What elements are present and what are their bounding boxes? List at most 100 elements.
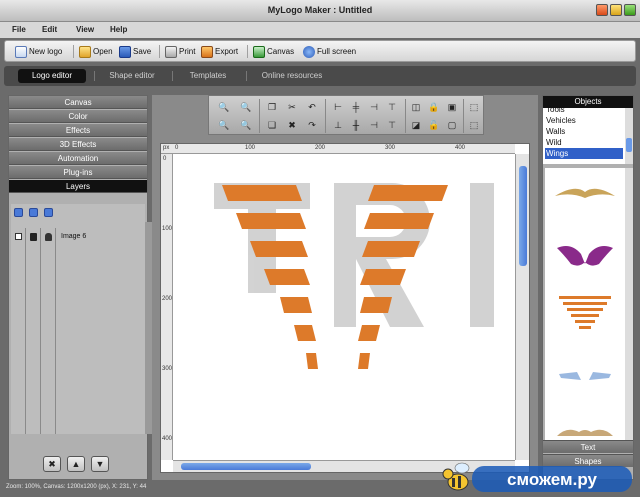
export-button[interactable]: Export: [201, 44, 238, 59]
zoom-out-icon[interactable]: 🔍: [217, 118, 231, 132]
floppy-icon: [119, 45, 131, 58]
new-logo-button[interactable]: New logo: [15, 44, 62, 59]
category-scrollbar[interactable]: [625, 108, 633, 164]
maximize-button[interactable]: [610, 4, 622, 16]
redo-icon[interactable]: ↷: [305, 118, 319, 132]
window-title: MyLogo Maker : Untitled: [267, 5, 373, 15]
align-center-icon[interactable]: ╪: [349, 100, 363, 114]
menu-file[interactable]: File: [12, 25, 26, 34]
protect-all-icon[interactable]: [44, 208, 53, 217]
visibility-all-icon[interactable]: [14, 208, 23, 217]
bee-icon: [442, 462, 470, 491]
wing-thumb-orange[interactable]: [559, 296, 611, 329]
lock-object-icon[interactable]: 🔒: [427, 100, 441, 114]
logo-canvas[interactable]: px 0 100 200 300 400 0 100 200 300 400: [160, 143, 530, 473]
watermark-text: сможем.ру: [507, 470, 597, 489]
distribute-horizontal-icon[interactable]: ⊣: [367, 118, 381, 132]
minimize-button[interactable]: [596, 4, 608, 16]
tab-shape-editor[interactable]: Shape editor: [98, 69, 166, 83]
flip-vertical-icon[interactable]: ⬚: [467, 118, 481, 132]
menu-bar: File Edit View Help: [0, 22, 640, 38]
open-button[interactable]: Open: [79, 44, 113, 59]
objects-category-list: Tools Vehicles Walls Wild Wings: [543, 105, 625, 164]
bring-forward-icon[interactable]: ◫: [409, 100, 423, 114]
padlock-icon[interactable]: [45, 233, 52, 241]
panel-automation[interactable]: Automation: [9, 152, 147, 165]
align-left-icon[interactable]: ⊢: [331, 100, 345, 114]
layers-list: Image 6: [11, 204, 145, 434]
logo-artwork[interactable]: [174, 155, 514, 459]
align-bottom-icon[interactable]: ⊥: [331, 118, 345, 132]
new-logo-icon: [15, 45, 27, 58]
objects-panel: Objects Tools Vehicles Walls Wild Wings: [542, 95, 634, 480]
wing-thumb-blue[interactable]: [559, 372, 611, 380]
canvas-button[interactable]: Canvas: [253, 44, 294, 59]
delete-layer-button[interactable]: ✖: [43, 456, 61, 472]
group-icon[interactable]: ▣: [445, 100, 459, 114]
align-middle-icon[interactable]: ╫: [349, 118, 363, 132]
copy-icon[interactable]: ❐: [265, 100, 279, 114]
move-layer-down-button[interactable]: ▼: [91, 456, 109, 472]
distribute-vertical-icon[interactable]: ⊤: [385, 118, 399, 132]
flip-horizontal-icon[interactable]: ⬚: [467, 100, 481, 114]
full-screen-button[interactable]: Full screen: [303, 44, 356, 59]
category-wings[interactable]: Wings: [545, 148, 623, 159]
move-layer-up-button[interactable]: ▲: [67, 456, 85, 472]
align-right-icon[interactable]: ⊣: [367, 100, 381, 114]
undo-icon[interactable]: ↶: [305, 100, 319, 114]
panel-3d-effects[interactable]: 3D Effects: [9, 138, 147, 151]
status-text: Zoom: 100%, Canvas: 1200x1200 (px), X: 2…: [6, 484, 147, 490]
vertical-scroll-thumb[interactable]: [519, 166, 527, 266]
tab-templates[interactable]: Templates: [176, 69, 240, 83]
arrow-up-icon: ▲: [71, 459, 81, 469]
menu-help[interactable]: Help: [110, 25, 127, 34]
layer-row[interactable]: Image 6: [11, 232, 145, 244]
layer-name: Image 6: [61, 233, 87, 240]
left-panel: Canvas Color Effects 3D Effects Automati…: [8, 95, 153, 480]
ruler-unit: px: [163, 145, 170, 151]
thumbnails-scrollbar[interactable]: [625, 168, 633, 440]
print-button[interactable]: Print: [165, 44, 195, 59]
left-ruler: 0 100 200 300 400: [161, 154, 173, 460]
panel-canvas[interactable]: Canvas: [9, 96, 147, 109]
menu-edit[interactable]: Edit: [42, 25, 57, 34]
align-top-icon[interactable]: ⊤: [385, 100, 399, 114]
category-walls[interactable]: Walls: [545, 126, 623, 137]
lock-all-icon[interactable]: [29, 208, 38, 217]
delete-object-icon[interactable]: ✖: [285, 118, 299, 132]
paste-icon[interactable]: ❏: [265, 118, 279, 132]
cut-icon[interactable]: ✂: [285, 100, 299, 114]
ungroup-icon[interactable]: ▢: [445, 118, 459, 132]
tab-online-resources[interactable]: Online resources: [250, 69, 334, 83]
workspace: 🔍 🔍 🔍 🔍 ❐ ✂ ↶ ❏ ✖ ↷ ⊢ ╪ ⊣ ⊤ ⊥ ╫ ⊣ ⊤ ◫ 🔒 …: [152, 95, 538, 480]
close-button[interactable]: [624, 4, 636, 16]
zoom-fit-icon[interactable]: 🔍: [239, 100, 253, 114]
send-backward-icon[interactable]: ◪: [409, 118, 423, 132]
visibility-checkbox[interactable]: [15, 233, 22, 240]
panel-plug-ins[interactable]: Plug-ins: [9, 166, 147, 179]
zoom-actual-icon[interactable]: 🔍: [239, 118, 253, 132]
wing-thumb-tan[interactable]: [557, 429, 613, 436]
tab-logo-editor[interactable]: Logo editor: [18, 69, 86, 83]
panel-effects[interactable]: Effects: [9, 124, 147, 137]
editor-tabs: Logo editor Shape editor Templates Onlin…: [4, 66, 636, 86]
menu-view[interactable]: View: [76, 25, 94, 34]
category-wild[interactable]: Wild: [545, 137, 623, 148]
printer-icon: [165, 45, 177, 58]
main-toolbar: New logo Open Save Print Export Canvas F…: [4, 40, 636, 62]
full-screen-icon: [303, 45, 315, 58]
lock-icon[interactable]: [30, 233, 37, 241]
panel-color[interactable]: Color: [9, 110, 147, 123]
wing-thumb-purple[interactable]: [557, 246, 613, 266]
category-tools[interactable]: Tools: [545, 104, 623, 115]
panel-layers[interactable]: Layers: [9, 180, 147, 193]
objects-thumbnails: [545, 168, 625, 440]
export-icon: [201, 45, 213, 58]
canvas-vertical-scrollbar[interactable]: [515, 154, 529, 460]
zoom-in-icon[interactable]: 🔍: [217, 100, 231, 114]
category-vehicles[interactable]: Vehicles: [545, 115, 623, 126]
horizontal-scroll-thumb[interactable]: [181, 463, 311, 470]
wing-thumb-gold[interactable]: [555, 188, 615, 198]
unlock-object-icon[interactable]: 🔓: [427, 118, 441, 132]
save-button[interactable]: Save: [119, 44, 151, 59]
